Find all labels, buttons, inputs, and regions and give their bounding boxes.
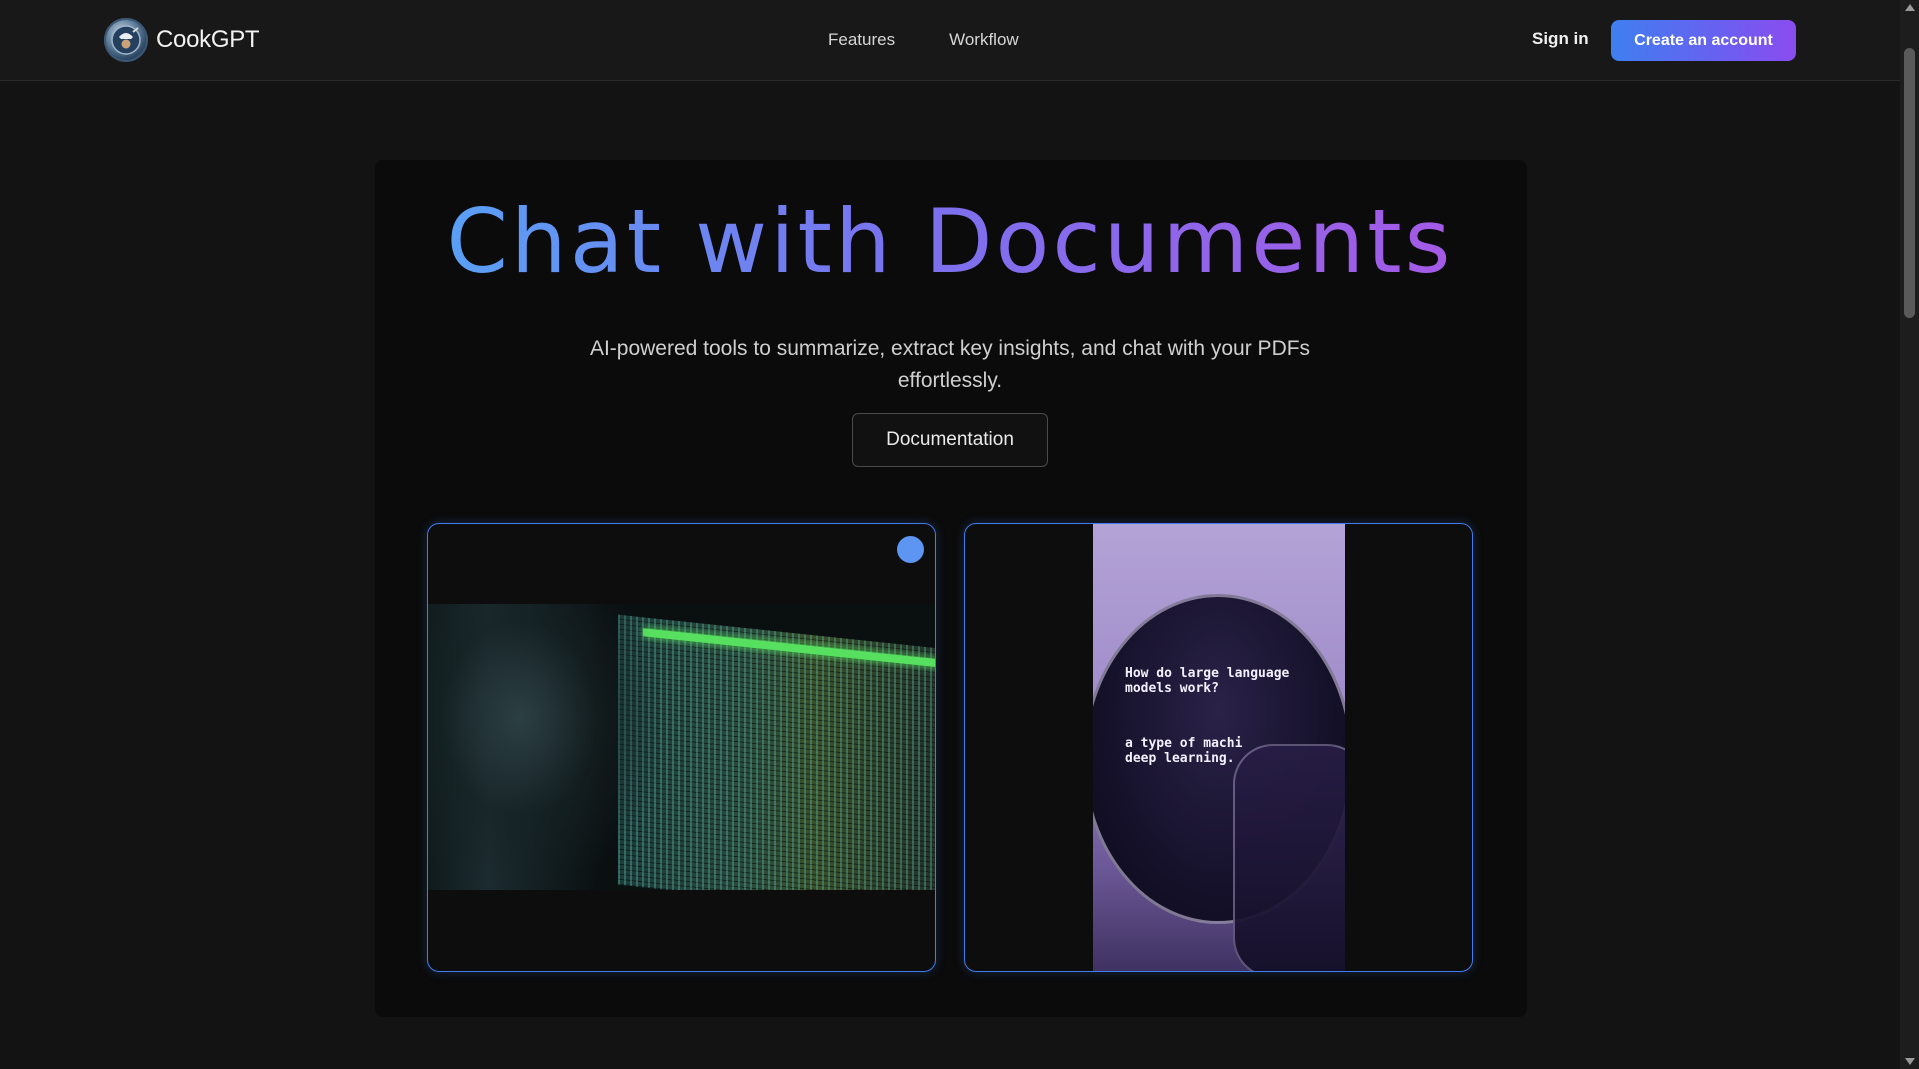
top-navbar: CookGPT Features Workflow Sign in Create… [0,0,1900,81]
sphere-question-text: How do large language models work? [1125,666,1290,696]
chef-logo-icon [104,18,148,62]
scroll-down-icon[interactable] [1905,1058,1915,1065]
llm-glass-sphere-image: How do large language models work? a typ… [1093,524,1345,971]
documentation-button[interactable]: Documentation [852,413,1048,467]
blurred-person-shape [428,604,658,890]
nav-features-link[interactable]: Features [828,30,895,50]
hero-subtitle: AI-powered tools to summarize, extract k… [589,337,1311,392]
indicator-dot-icon[interactable] [897,536,924,563]
scroll-up-icon[interactable] [1905,4,1915,11]
brand-link[interactable]: CookGPT [104,18,260,62]
main-nav: Features Workflow [828,30,1019,50]
page-scrollbar[interactable] [1900,0,1919,1069]
sphere-answer-text: a type of machi deep learning. [1125,736,1243,766]
hero-title-text: Chat with Documents [446,190,1454,293]
create-account-button[interactable]: Create an account [1611,20,1796,61]
nav-workflow-link[interactable]: Workflow [949,30,1019,50]
scroll-thumb[interactable] [1904,48,1915,318]
terminal-screen-image [428,604,935,890]
sign-in-link[interactable]: Sign in [1532,29,1589,49]
hero-title: Chat with Documents [0,190,1900,293]
glass-lens [1233,744,1345,971]
media-card-terminal[interactable] [427,523,936,972]
page: CookGPT Features Workflow Sign in Create… [0,0,1919,1069]
media-card-llm[interactable]: How do large language models work? a typ… [964,523,1473,972]
brand-name: CookGPT [156,26,260,53]
